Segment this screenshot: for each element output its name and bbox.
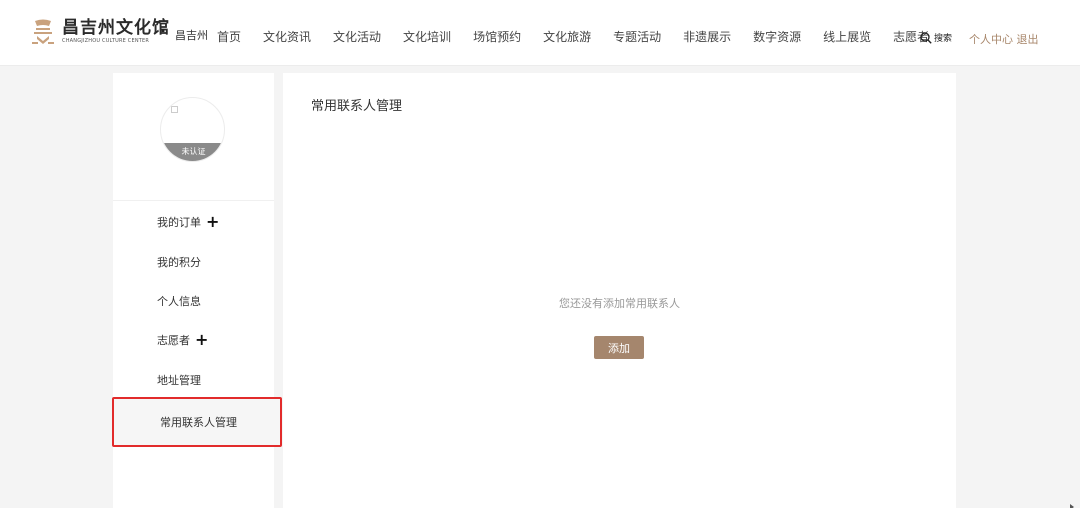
sidebar-item-address[interactable]: 地址管理 bbox=[157, 372, 201, 388]
sidebar-item-label: 我的积分 bbox=[157, 256, 201, 269]
nav-culture-news[interactable]: 文化资讯 bbox=[263, 28, 311, 45]
scroll-right-arrow-icon[interactable] bbox=[1068, 496, 1076, 508]
nav-special-activities[interactable]: 专题活动 bbox=[613, 28, 661, 45]
main-content: 常用联系人管理 您还没有添加常用联系人 添加 bbox=[283, 73, 956, 508]
nav-venue-booking[interactable]: 场馆预约 bbox=[473, 28, 521, 45]
logo-emblem-icon bbox=[30, 18, 56, 46]
page-title: 常用联系人管理 bbox=[311, 99, 403, 114]
sidebar-item-personal-info[interactable]: 个人信息 bbox=[157, 293, 201, 309]
sidebar-item-label: 常用联系人管理 bbox=[160, 416, 237, 429]
avatar[interactable]: 未认证 bbox=[160, 97, 225, 162]
expand-plus-icon[interactable]: + bbox=[206, 214, 219, 230]
expand-plus-icon[interactable]: + bbox=[195, 332, 208, 348]
nav-home[interactable]: 首页 bbox=[217, 28, 241, 45]
site-header: 昌吉州文化馆 CHANGJIZHOU CULTURE CENTER . 昌吉州 … bbox=[0, 0, 1080, 66]
nav-culture-tourism[interactable]: 文化旅游 bbox=[543, 28, 591, 45]
logo-subtitle: CHANGJIZHOU CULTURE CENTER bbox=[62, 38, 150, 44]
sidebar-item-label: 个人信息 bbox=[157, 295, 201, 308]
nav-heritage-display[interactable]: 非遗展示 bbox=[683, 28, 731, 45]
add-contact-button[interactable]: 添加 bbox=[594, 336, 644, 359]
user-center-link[interactable]: 个人中心 bbox=[969, 33, 1013, 46]
empty-state-message: 您还没有添加常用联系人 bbox=[559, 297, 680, 310]
logo-title: 昌吉州文化馆 bbox=[62, 18, 170, 38]
sidebar-item-orders[interactable]: 我的订单 + bbox=[157, 214, 219, 230]
search-icon bbox=[920, 31, 932, 44]
profile-area: 未认证 bbox=[113, 73, 274, 201]
user-links: 个人中心 退出 bbox=[969, 31, 1039, 47]
sidebar-item-volunteer[interactable]: 志愿者 + bbox=[157, 332, 208, 348]
nav-culture-training[interactable]: 文化培训 bbox=[403, 28, 451, 45]
sidebar-item-label: 志愿者 bbox=[157, 334, 190, 347]
sidebar-item-label: 我的订单 bbox=[157, 216, 201, 229]
search-label: 搜索 bbox=[934, 34, 953, 44]
search-button[interactable]: 搜索 bbox=[920, 31, 952, 44]
nav-online-exhibition[interactable]: 线上展览 bbox=[823, 28, 871, 45]
nav-digital-resources[interactable]: 数字资源 bbox=[753, 28, 801, 45]
verification-badge: 未认证 bbox=[161, 143, 224, 161]
broken-image-icon bbox=[171, 106, 178, 113]
main-nav: 首页 文化资讯 文化活动 文化培训 场馆预约 文化旅游 专题活动 非遗展示 数字… bbox=[217, 28, 951, 45]
sidebar-item-label: 地址管理 bbox=[157, 374, 201, 387]
logout-link[interactable]: 退出 bbox=[1017, 33, 1039, 46]
logo-dot: . bbox=[160, 17, 167, 36]
sidebar-item-contacts[interactable]: 常用联系人管理 bbox=[112, 397, 282, 447]
sidebar-item-points[interactable]: 我的积分 bbox=[157, 254, 201, 270]
site-logo[interactable]: 昌吉州文化馆 CHANGJIZHOU CULTURE CENTER bbox=[30, 18, 170, 46]
city-label[interactable]: 昌吉州 bbox=[175, 27, 208, 43]
nav-culture-activities[interactable]: 文化活动 bbox=[333, 28, 381, 45]
